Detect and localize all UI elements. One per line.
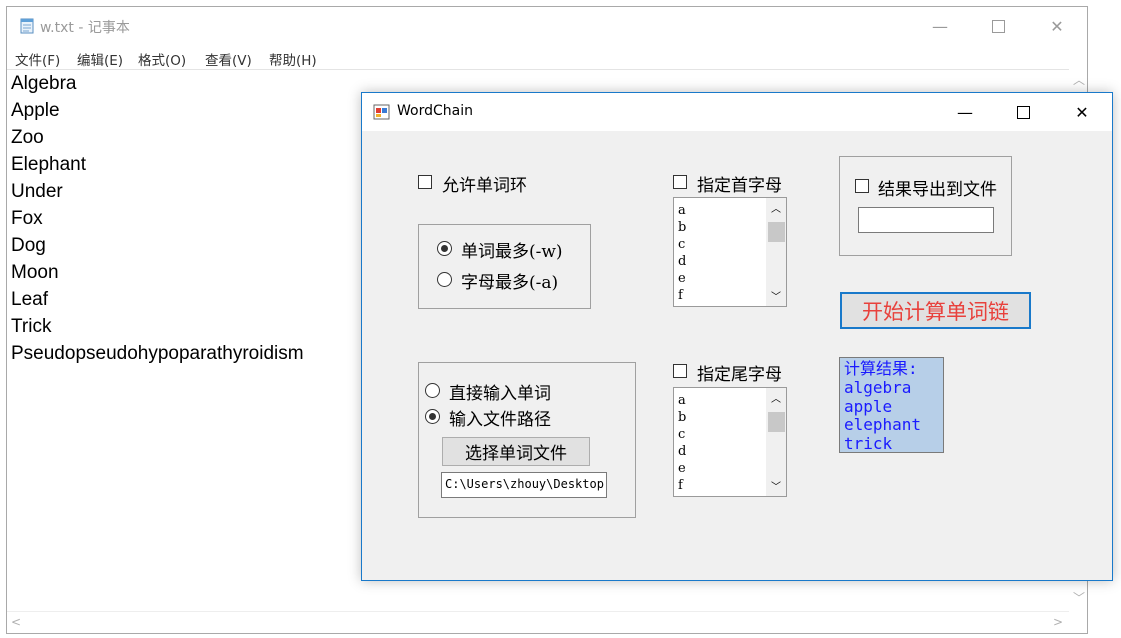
list-item[interactable]: d	[678, 443, 686, 460]
text-line: Moon	[11, 262, 59, 283]
list-item[interactable]: c	[678, 426, 685, 443]
scroll-right-icon[interactable]: >	[1053, 615, 1063, 629]
wordchain-titlebar[interactable]: WordChain — ✕	[362, 93, 1112, 131]
minimize-icon: —	[932, 16, 948, 36]
scroll-thumb[interactable]	[768, 222, 785, 242]
minimize-icon: —	[957, 102, 973, 122]
result-word: apple	[844, 397, 893, 416]
text-line: Pseudopseudohypoparathyroidism	[11, 343, 304, 364]
max-words-label: 单词最多(-w)	[461, 242, 563, 262]
list-item[interactable]: e	[678, 270, 686, 287]
tail-list-scrollbar[interactable]: ︿ ﹀	[766, 388, 786, 496]
list-item[interactable]: c	[678, 236, 685, 253]
result-header: 计算结果:	[844, 359, 918, 378]
wordchain-window: WordChain — ✕ 允许单词环 单词最多(-w) 字母最多(-a) 直接…	[361, 92, 1113, 581]
list-item[interactable]: b	[678, 409, 686, 426]
file-path-label: 输入文件路径	[449, 410, 551, 430]
choose-file-button[interactable]: 选择单词文件	[442, 437, 590, 466]
notepad-icon	[20, 18, 34, 34]
maximize-icon	[991, 19, 1005, 33]
menu-view[interactable]: 查看(V)	[205, 49, 252, 69]
result-word: algebra	[844, 378, 912, 397]
file-path-value: C:\Users\zhouy\Desktop	[445, 477, 604, 491]
notepad-titlebar[interactable]: w.txt - 记事本 — ✕	[7, 7, 1087, 45]
close-icon: ✕	[1050, 16, 1064, 36]
wordchain-maximize-button[interactable]	[994, 93, 1052, 131]
list-item[interactable]: d	[678, 253, 686, 270]
text-line: Fox	[11, 208, 43, 229]
text-line: Leaf	[11, 289, 48, 310]
tail-letter-checkbox[interactable]	[673, 364, 687, 378]
wordchain-minimize-button[interactable]: —	[936, 93, 994, 131]
chevron-up-icon[interactable]: ︿	[771, 200, 781, 215]
head-letter-label: 指定首字母	[697, 176, 782, 196]
head-list-scrollbar[interactable]: ︿ ﹀	[766, 198, 786, 306]
chevron-down-icon[interactable]: ﹀	[771, 288, 781, 303]
scroll-down-icon[interactable]: ﹀	[1073, 589, 1085, 606]
menu-edit[interactable]: 编辑(E)	[77, 49, 123, 69]
notepad-close-button[interactable]: ✕	[1034, 7, 1080, 45]
text-line: Apple	[11, 100, 60, 121]
scroll-left-icon[interactable]: <	[11, 615, 21, 629]
text-line: Algebra	[11, 73, 77, 94]
export-label: 结果导出到文件	[878, 180, 997, 200]
list-item[interactable]: b	[678, 219, 686, 236]
list-item[interactable]: e	[678, 460, 686, 477]
compute-chain-button[interactable]: 开始计算单词链	[840, 292, 1031, 329]
menu-format[interactable]: 格式(O)	[138, 49, 186, 69]
text-line: Dog	[11, 235, 46, 256]
list-item[interactable]: a	[678, 202, 686, 219]
tail-letter-label: 指定尾字母	[697, 365, 782, 385]
max-words-radio[interactable]	[437, 241, 452, 256]
result-word: elephant	[844, 415, 922, 434]
text-line: Under	[11, 181, 63, 202]
notepad-minimize-button[interactable]: —	[917, 7, 963, 45]
max-letters-label: 字母最多(-a)	[461, 273, 559, 293]
maximize-icon	[1016, 105, 1030, 119]
file-path-radio[interactable]	[425, 409, 440, 424]
export-group: 结果导出到文件	[839, 156, 1012, 256]
chevron-down-icon[interactable]: ﹀	[771, 478, 781, 493]
text-line: Zoo	[11, 127, 44, 148]
head-letter-list[interactable]: a b c d e f ︿ ﹀	[673, 197, 787, 307]
result-box: 计算结果: algebra apple elephant trick	[839, 357, 944, 453]
scroll-thumb[interactable]	[768, 412, 785, 432]
notepad-menubar: 文件(F) 编辑(E) 格式(O) 查看(V) 帮助(H)	[7, 45, 1087, 69]
result-word: trick	[844, 434, 893, 453]
notepad-title: w.txt - 记事本	[40, 20, 130, 36]
export-checkbox[interactable]	[855, 179, 869, 193]
max-letters-radio[interactable]	[437, 272, 452, 287]
list-item[interactable]: f	[678, 287, 683, 304]
wordchain-title: WordChain	[397, 103, 473, 119]
text-line: Elephant	[11, 154, 87, 175]
head-letter-checkbox[interactable]	[673, 175, 687, 189]
notepad-horizontal-scrollbar[interactable]: < >	[7, 611, 1069, 633]
direct-input-radio[interactable]	[425, 383, 440, 398]
mode-group: 单词最多(-w) 字母最多(-a)	[418, 224, 591, 309]
list-item[interactable]: f	[678, 477, 683, 494]
allow-cycle-label: 允许单词环	[442, 176, 527, 196]
notepad-maximize-button[interactable]	[975, 7, 1021, 45]
export-path-input[interactable]	[858, 207, 994, 233]
tail-letter-list[interactable]: a b c d e f ︿ ﹀	[673, 387, 787, 497]
app-icon	[373, 104, 390, 120]
wordchain-close-button[interactable]: ✕	[1053, 93, 1111, 131]
list-item[interactable]: a	[678, 392, 686, 409]
file-path-input[interactable]: C:\Users\zhouy\Desktop	[441, 472, 607, 498]
allow-cycle-checkbox[interactable]	[418, 175, 432, 189]
close-icon: ✕	[1075, 102, 1089, 122]
scroll-up-icon[interactable]: ︿	[1073, 71, 1085, 88]
menu-file[interactable]: 文件(F)	[15, 49, 60, 69]
menu-help[interactable]: 帮助(H)	[269, 49, 317, 69]
chevron-up-icon[interactable]: ︿	[771, 390, 781, 405]
text-line: Trick	[11, 316, 52, 337]
input-group: 直接输入单词 输入文件路径 选择单词文件 C:\Users\zhouy\Desk…	[418, 362, 636, 518]
direct-input-label: 直接输入单词	[449, 384, 551, 404]
